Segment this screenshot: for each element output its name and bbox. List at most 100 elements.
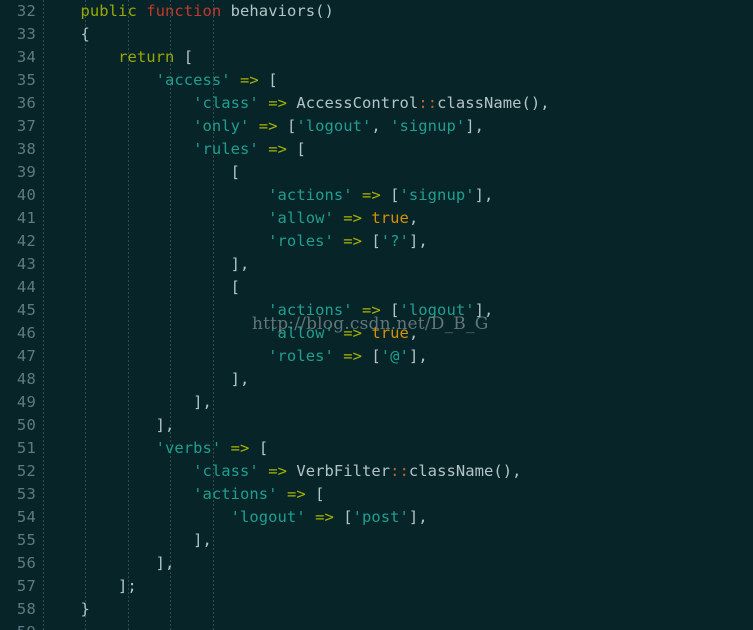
- token-plain: ],: [43, 393, 212, 411]
- code-line[interactable]: 56 ],: [0, 552, 753, 575]
- code-line[interactable]: 48 ],: [0, 368, 753, 391]
- code-line[interactable]: 49 ],: [0, 391, 753, 414]
- token-arrow: =>: [362, 301, 381, 319]
- code-editor[interactable]: 32 public function behaviors() 33 {34 ret…: [0, 0, 753, 630]
- line-text[interactable]: return [: [43, 46, 193, 69]
- line-text[interactable]: 'class' => AccessControl::className(),: [43, 92, 550, 115]
- code-line[interactable]: 47 'roles' => ['@'],: [0, 345, 753, 368]
- line-text[interactable]: 'roles' => ['?'],: [43, 230, 428, 253]
- token-plain: ],: [43, 255, 250, 273]
- code-line[interactable]: 41 'allow' => true,: [0, 207, 753, 230]
- line-text[interactable]: 'allow' => true,: [43, 207, 418, 230]
- code-line[interactable]: 45 'actions' => ['logout'],: [0, 299, 753, 322]
- line-text[interactable]: 'actions' => [: [43, 483, 324, 506]
- token-plain: ],: [43, 416, 175, 434]
- line-number: 35: [16, 71, 36, 89]
- code-line[interactable]: 59: [0, 621, 753, 630]
- code-line[interactable]: 42 'roles' => ['?'],: [0, 230, 753, 253]
- line-number: 33: [16, 25, 36, 43]
- token-plain: [: [249, 439, 269, 457]
- token-plain: ];: [43, 577, 137, 595]
- line-text[interactable]: {: [43, 23, 90, 46]
- token-plain: ,: [408, 209, 419, 227]
- code-line[interactable]: 57 ];: [0, 575, 753, 598]
- token-arrow: =>: [343, 347, 363, 365]
- line-text[interactable]: ],: [43, 529, 212, 552]
- code-line[interactable]: 44 [: [0, 276, 753, 299]
- line-text[interactable]: ],: [43, 368, 250, 391]
- code-line[interactable]: 53 'actions' => [: [0, 483, 753, 506]
- line-number: 54: [16, 508, 36, 526]
- code-line[interactable]: 37 'only' => ['logout', 'signup'],: [0, 115, 753, 138]
- line-text[interactable]: 'access' => [: [43, 69, 278, 92]
- token-plain: [: [380, 186, 400, 204]
- line-text[interactable]: 'allow' => true,: [43, 322, 418, 345]
- token-arrow: =>: [240, 71, 259, 89]
- token-str: 'roles': [268, 347, 334, 365]
- token-arrow: =>: [268, 462, 287, 480]
- line-text[interactable]: 'class' => VerbFilter::className(),: [43, 460, 522, 483]
- code-line[interactable]: 39 [: [0, 161, 753, 184]
- line-text[interactable]: }: [43, 598, 90, 621]
- line-text[interactable]: [: [43, 161, 240, 184]
- line-text[interactable]: [: [43, 276, 240, 299]
- code-line[interactable]: 40 'actions' => ['signup'],: [0, 184, 753, 207]
- line-text[interactable]: 'roles' => ['@'],: [43, 345, 428, 368]
- token-plain: ,: [371, 117, 391, 135]
- token-plain: [: [333, 508, 353, 526]
- token-str: 'logout': [230, 508, 306, 526]
- code-line[interactable]: 34 return [: [0, 46, 753, 69]
- line-text[interactable]: ],: [43, 552, 175, 575]
- token-plain: ],: [408, 347, 428, 365]
- token-plain: [: [362, 347, 381, 365]
- code-line[interactable]: 38 'rules' => [: [0, 138, 753, 161]
- line-text[interactable]: ],: [43, 253, 250, 276]
- line-text[interactable]: public function behaviors(): [43, 0, 334, 23]
- code-line[interactable]: 33 {: [0, 23, 753, 46]
- code-line[interactable]: 52 'class' => VerbFilter::className(),: [0, 460, 753, 483]
- line-number: 41: [16, 209, 36, 227]
- code-line[interactable]: 51 'verbs' => [: [0, 437, 753, 460]
- line-text[interactable]: ],: [43, 391, 212, 414]
- code-line[interactable]: 55 ],: [0, 529, 753, 552]
- token-kw: return: [118, 48, 175, 66]
- code-line[interactable]: 58 }: [0, 598, 753, 621]
- code-line[interactable]: 54 'logout' => ['post'],: [0, 506, 753, 529]
- line-text[interactable]: 'logout' => ['post'],: [43, 506, 428, 529]
- line-number: 57: [16, 577, 36, 595]
- token-str: 'actions': [268, 301, 353, 319]
- line-text[interactable]: 'rules' => [: [43, 138, 306, 161]
- code-line[interactable]: 50 ],: [0, 414, 753, 437]
- token-str: 'actions': [193, 485, 278, 503]
- line-number: 39: [16, 163, 36, 181]
- line-text[interactable]: 'verbs' => [: [43, 437, 269, 460]
- code-line[interactable]: 46 'allow' => true,: [0, 322, 753, 345]
- line-text[interactable]: 'actions' => ['signup'],: [43, 184, 493, 207]
- token-plain: ],: [408, 508, 428, 526]
- code-line[interactable]: 36 'class' => AccessControl::className()…: [0, 92, 753, 115]
- line-text[interactable]: ];: [43, 575, 137, 598]
- line-number: 36: [16, 94, 36, 112]
- code-lines-container[interactable]: 32 public function behaviors() 33 {34 ret…: [0, 0, 753, 630]
- token-plain: ],: [43, 370, 250, 388]
- code-line[interactable]: 32 public function behaviors(): [0, 0, 753, 23]
- token-plain: [: [258, 71, 278, 89]
- code-line[interactable]: 43 ],: [0, 253, 753, 276]
- line-text[interactable]: ],: [43, 414, 175, 437]
- token-plain: AccessControl: [286, 94, 419, 112]
- code-line[interactable]: 35 'access' => [: [0, 69, 753, 92]
- token-str: '?': [380, 232, 409, 250]
- line-text[interactable]: 'actions' => ['logout'],: [43, 299, 493, 322]
- line-text[interactable]: 'only' => ['logout', 'signup'],: [43, 115, 484, 138]
- token-op: ::: [418, 94, 438, 112]
